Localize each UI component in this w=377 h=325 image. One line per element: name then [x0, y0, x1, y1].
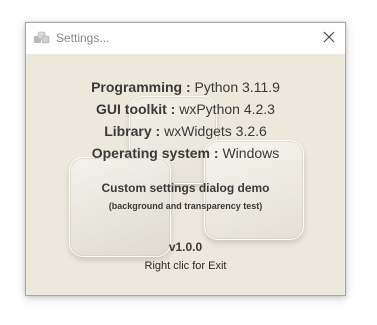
demo-subtitle: (background and transparency test) [108, 201, 263, 211]
settings-window: Settings... Programming : Python 3.11.9 … [25, 22, 346, 296]
window-title: Settings... [56, 31, 110, 45]
info-label: GUI toolkit : [96, 101, 176, 117]
info-library: Library : wxWidgets 3.2.6 [26, 123, 345, 139]
info-value: wxPython 4.2.3 [179, 101, 275, 117]
version-label: v1.0.0 [168, 240, 203, 254]
settings-app-icon [33, 31, 51, 45]
info-label: Library : [104, 123, 161, 139]
info-value: wxWidgets 3.2.6 [164, 123, 267, 139]
demo-title: Custom settings dialog demo [101, 181, 270, 195]
title-bar[interactable]: Settings... [26, 23, 345, 54]
dialog-content[interactable]: Programming : Python 3.11.9 GUI toolkit … [26, 54, 345, 295]
info-gui-toolkit: GUI toolkit : wxPython 4.2.3 [26, 101, 345, 117]
close-button[interactable] [313, 23, 345, 54]
info-label: Operating system : [91, 145, 219, 161]
info-programming: Programming : Python 3.11.9 [26, 79, 345, 95]
info-value: Windows [222, 145, 280, 161]
exit-hint: Right clic for Exit [144, 260, 227, 272]
close-icon [323, 30, 335, 48]
info-label: Programming : [91, 79, 191, 95]
info-operating-system: Operating system : Windows [26, 145, 345, 161]
info-value: Python 3.11.9 [194, 79, 280, 95]
